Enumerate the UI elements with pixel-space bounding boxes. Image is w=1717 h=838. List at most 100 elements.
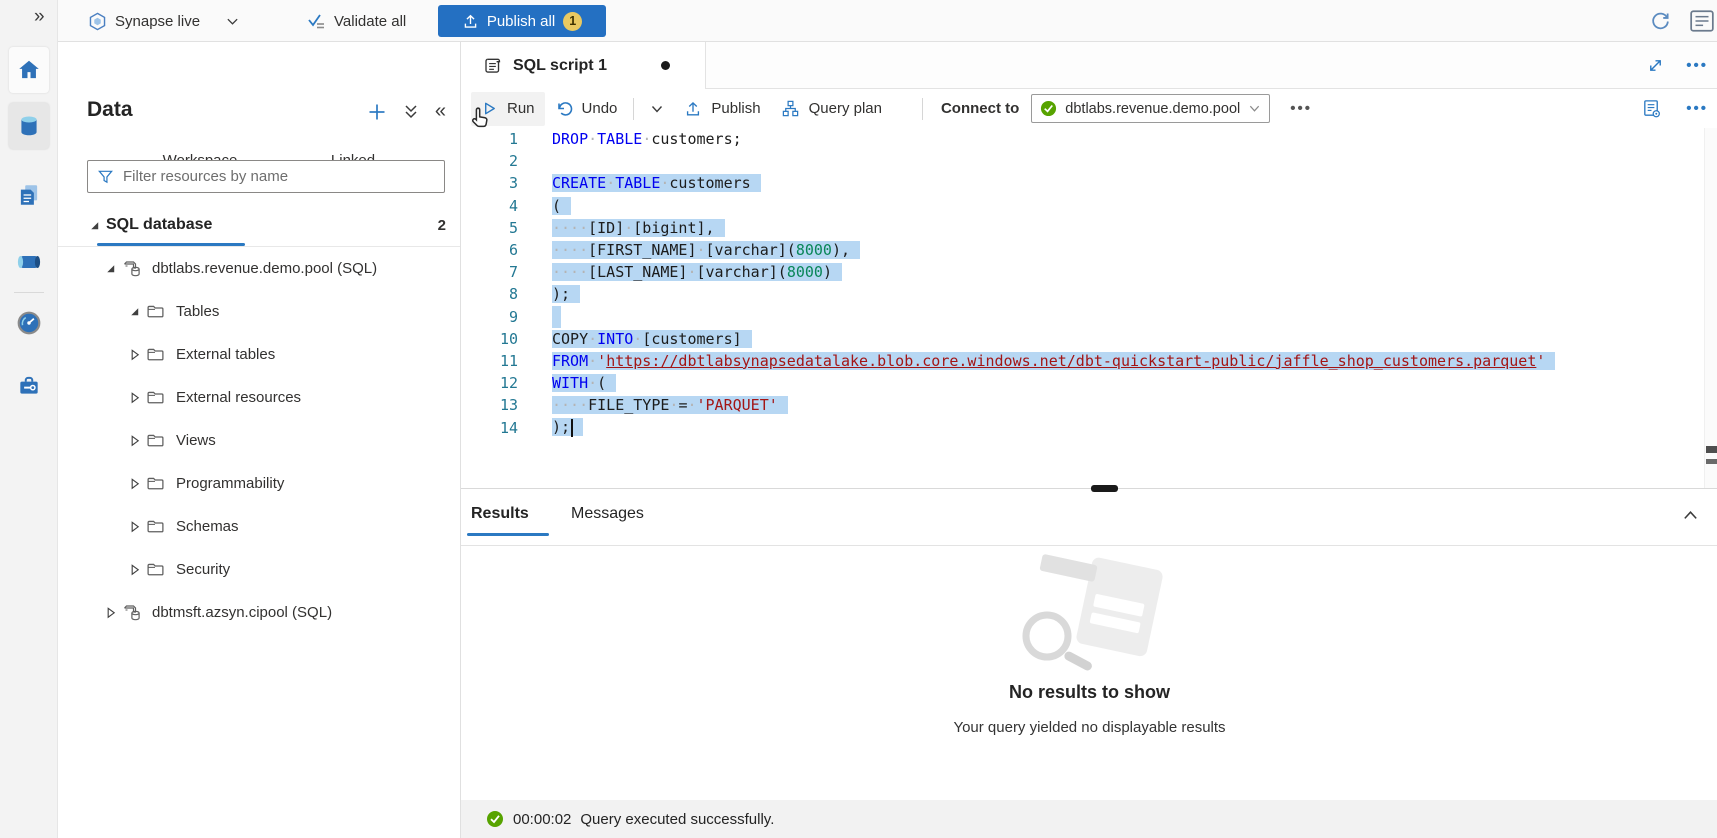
document-tab-bar: SQL script 1 ••• [461, 42, 1717, 89]
folder-icon [146, 303, 176, 320]
selection-highlight: ); [552, 418, 583, 436]
publish-button[interactable]: Publish [674, 92, 770, 126]
splitter-drag-handle[interactable] [1091, 485, 1118, 492]
twisty-expanded-icon[interactable] [88, 219, 106, 232]
code-lines: DROP·TABLE·customers; CREATE·TABLE·custom… [552, 128, 1555, 439]
code-line: DROP·TABLE·customers; [552, 128, 1555, 150]
connected-check-icon [1040, 100, 1057, 117]
selection-highlight: ····FILE_TYPE·=·'PARQUET' [552, 396, 788, 414]
twisty-collapsed-icon[interactable] [128, 348, 146, 361]
tab-more-actions-icon[interactable]: ••• [1686, 57, 1708, 74]
pipeline-icon [15, 250, 43, 274]
code-line [552, 150, 1555, 172]
connect-to-label: Connect to [941, 100, 1019, 117]
collapse-all-icon[interactable] [403, 103, 419, 121]
filter-resources-input[interactable]: Filter resources by name [87, 160, 445, 193]
sidebar-item-data[interactable] [9, 103, 49, 149]
undo-label: Undo [582, 100, 618, 117]
selection-highlight: FROM·'https://dbtlabsynapsedatalake.blob… [552, 352, 1555, 370]
code-line: ); [552, 416, 1555, 438]
run-label: Run [507, 100, 535, 117]
tree-item-external-tables[interactable]: External tables [58, 333, 460, 376]
tree-item-dbtlabs-revenue-demo-pool-sql[interactable]: dbtlabs.revenue.demo.pool (SQL) [58, 247, 460, 290]
sidebar-item-manage[interactable] [9, 363, 49, 409]
line-number: 13 [461, 394, 518, 416]
documents-icon [16, 182, 42, 208]
undo-icon [555, 100, 573, 118]
folder-icon [146, 389, 176, 406]
tree-item-external-resources[interactable]: External resources [58, 376, 460, 419]
folder-icon [146, 561, 176, 578]
tree-item-tables[interactable]: Tables [58, 290, 460, 333]
collapse-results-icon[interactable] [1681, 506, 1700, 525]
home-icon [16, 57, 42, 83]
code-line: ); [552, 283, 1555, 305]
undo-button[interactable]: Undo [545, 92, 628, 126]
refresh-icon[interactable] [1650, 11, 1671, 32]
sidebar-item-develop[interactable] [9, 172, 49, 218]
twisty-expanded-icon[interactable] [128, 305, 146, 318]
tree-item-sql-database[interactable]: SQL database 2 [58, 204, 460, 247]
add-resource-button[interactable] [367, 102, 387, 122]
twisty-collapsed-icon[interactable] [104, 606, 122, 619]
mouse-hand-cursor [468, 106, 490, 132]
twisty-collapsed-icon[interactable] [128, 434, 146, 447]
tree-item-dbtmsft-azsyn-cipool-sql[interactable]: dbtmsft.azsyn.cipool (SQL) [58, 591, 460, 634]
pool-selector-dropdown[interactable]: dbtlabs.revenue.demo.pool [1031, 94, 1270, 123]
expand-editor-icon[interactable] [1647, 57, 1664, 74]
collapse-panel-icon[interactable]: « [435, 100, 446, 123]
chevron-down-icon [1248, 102, 1261, 115]
results-tab-bar: Results Messages [461, 492, 1717, 546]
publish-upload-icon [684, 100, 702, 118]
tab-results[interactable]: Results [471, 505, 529, 523]
resource-tree: SQL database 2 dbtlabs.revenue.demo.pool (… [58, 204, 460, 634]
tree-item-label: SQL database [106, 216, 212, 234]
sql-script-tab[interactable]: SQL script 1 [461, 42, 706, 89]
sql-editor-region: SQL script 1 ••• Run Undo [460, 42, 1717, 838]
sidebar-item-integrate[interactable] [9, 239, 49, 285]
scrollbar-mark [1706, 446, 1717, 453]
line-number: 10 [461, 328, 518, 350]
item-count: 2 [438, 217, 446, 234]
toolbar-more-icon[interactable]: ••• [1290, 100, 1312, 117]
line-number: 9 [461, 306, 518, 328]
tree-item-schemas[interactable]: Schemas [58, 505, 460, 548]
tree-item-programmability[interactable]: Programmability [58, 462, 460, 505]
selection-highlight: WITH·( [552, 374, 616, 392]
script-properties-icon[interactable] [1641, 98, 1662, 119]
task-list-icon[interactable] [1689, 9, 1715, 33]
line-number: 11 [461, 350, 518, 372]
twisty-expanded-icon[interactable] [104, 262, 122, 275]
publish-all-button[interactable]: Publish all 1 [438, 5, 606, 37]
empty-state-subtitle: Your query yielded no displayable result… [461, 719, 1717, 736]
twisty-collapsed-icon[interactable] [128, 563, 146, 576]
tab-messages[interactable]: Messages [571, 505, 644, 523]
line-number: 4 [461, 195, 518, 217]
toolbox-icon [16, 373, 42, 399]
database-cylinder-icon [16, 113, 42, 139]
code-line: ····FILE_TYPE·=·'PARQUET' [552, 394, 1555, 416]
environment-picker[interactable]: Synapse live [88, 0, 239, 42]
editor-scrollbar[interactable] [1704, 128, 1717, 488]
query-plan-button[interactable]: Query plan [771, 92, 892, 126]
editor-toolbar: Run Undo Publish [461, 89, 1717, 128]
status-time: 00:00:02 [513, 811, 571, 828]
tree-item-views[interactable]: Views [58, 419, 460, 462]
tree-item-security[interactable]: Security [58, 548, 460, 591]
validate-all-button[interactable]: Validate all [306, 0, 406, 42]
selection-highlight: ); [552, 285, 580, 303]
panel-title: Data [87, 98, 133, 122]
code-line: CREATE·TABLE·customers [552, 172, 1555, 194]
sidebar-item-monitor[interactable] [9, 300, 49, 346]
sql-pool-icon [122, 603, 152, 622]
sidebar-item-home[interactable] [9, 47, 49, 93]
code-line: ····[ID]·[bigint], [552, 217, 1555, 239]
properties-more-icon[interactable]: ••• [1686, 100, 1708, 117]
expand-rail-icon[interactable]: » [34, 6, 45, 28]
rail-divider [14, 292, 44, 293]
twisty-collapsed-icon[interactable] [128, 477, 146, 490]
twisty-collapsed-icon[interactable] [128, 520, 146, 533]
sql-code-editor[interactable]: 1234567891011121314 DROP·TABLE·customers… [461, 128, 1717, 488]
twisty-collapsed-icon[interactable] [128, 391, 146, 404]
undo-redo-dropdown[interactable] [640, 92, 674, 126]
